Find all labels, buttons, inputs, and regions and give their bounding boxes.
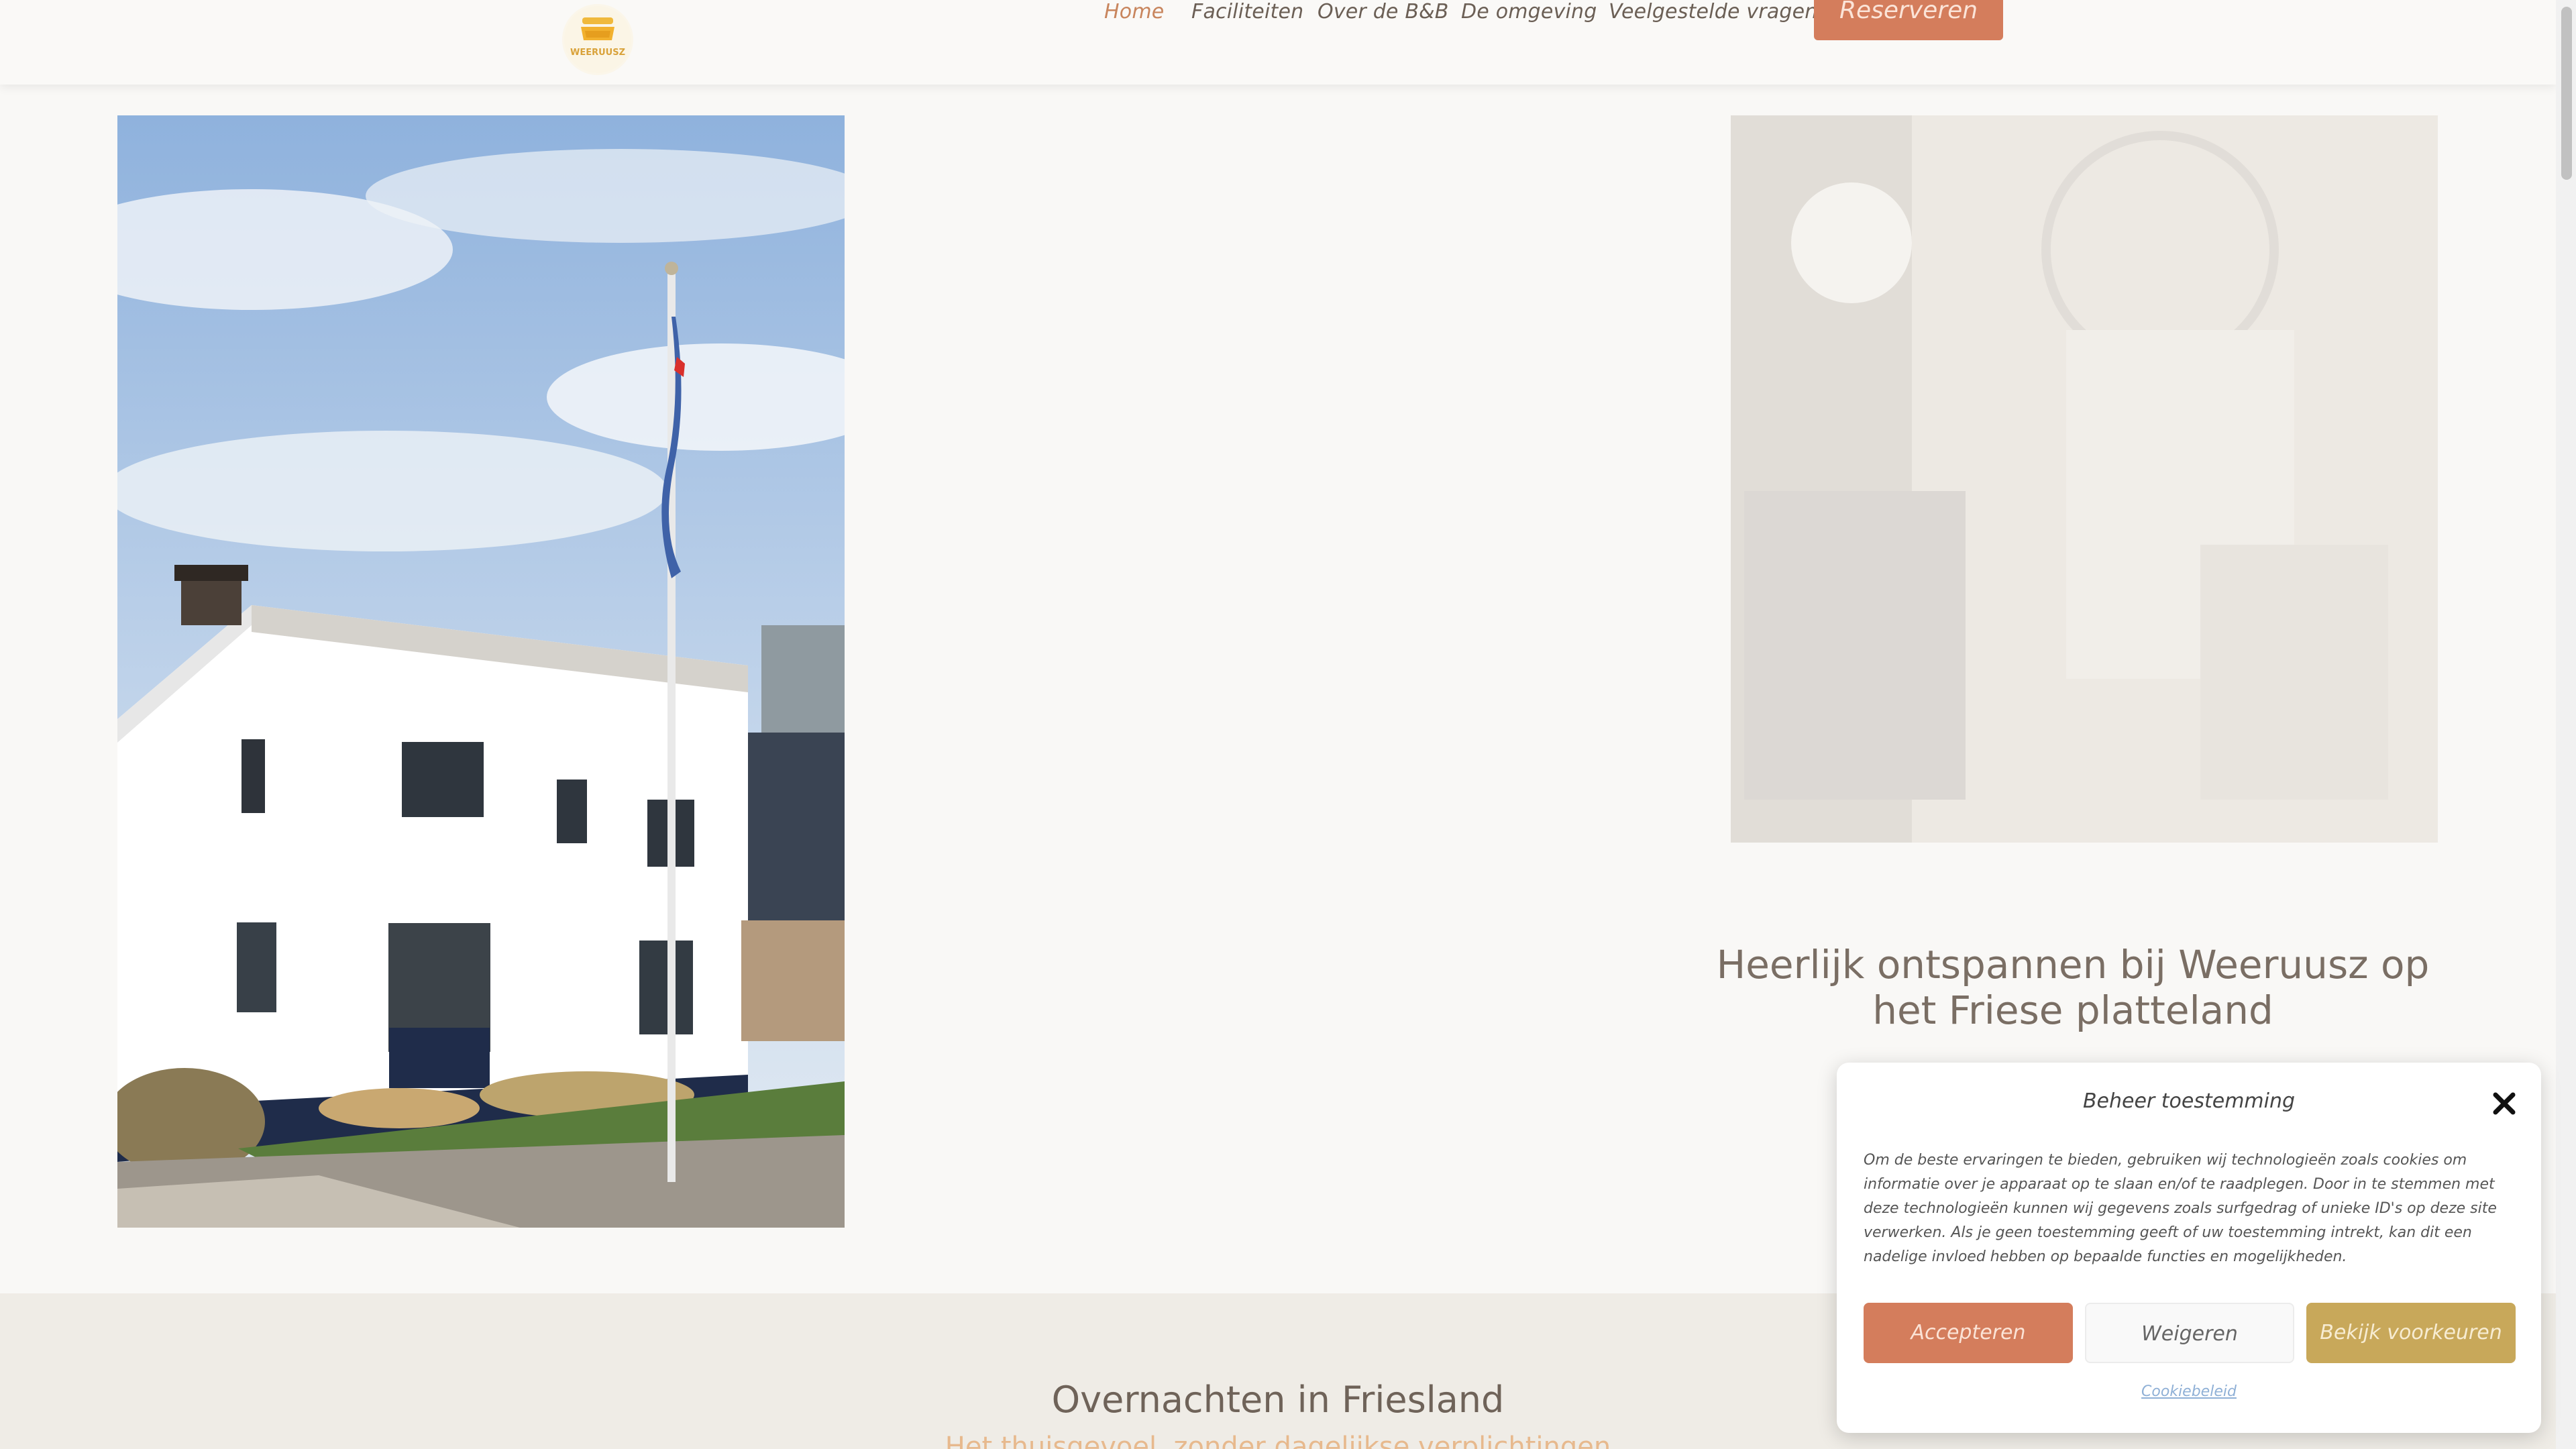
cookie-policy-link[interactable]: Cookiebeleid [1837, 1383, 2541, 1400]
house-photo [117, 115, 845, 1228]
site-header: WEERUUSZ Home Faciliteiten Over de B&B D… [0, 0, 2556, 85]
svg-text:WEERUUSZ: WEERUUSZ [570, 48, 625, 58]
nav-de-omgeving[interactable]: De omgeving [1461, 0, 1597, 23]
nav-home[interactable]: Home [1104, 0, 1164, 23]
nav-veelgestelde-vragen[interactable]: Veelgestelde vragen [1609, 0, 1818, 23]
cookie-title: Beheer toestemming [2082, 1089, 2296, 1113]
page-scrollbar[interactable] [2556, 0, 2576, 1449]
nav-over-de-bb[interactable]: Over de B&B [1318, 0, 1449, 23]
view-preferences-button[interactable]: Bekijk voorkeuren [2306, 1303, 2516, 1363]
site-logo[interactable]: WEERUUSZ [562, 4, 633, 75]
accept-button[interactable]: Accepteren [1864, 1303, 2073, 1363]
section-title: Overnachten in Friesland [1051, 1379, 1505, 1421]
cookie-description: Om de beste ervaringen te bieden, gebrui… [1864, 1152, 2497, 1265]
hero-title: Heerlijk ontspannen bij Weeruusz op het … [1716, 942, 2430, 1033]
close-icon[interactable] [2489, 1088, 2520, 1119]
reserve-button[interactable]: Reserveren [1814, 0, 2003, 40]
logo-crown-icon: WEERUUSZ [564, 6, 631, 73]
nav-faciliteiten[interactable]: Faciliteiten [1191, 0, 1303, 23]
decline-button[interactable]: Weigeren [2085, 1303, 2294, 1363]
faded-interior-photo [1731, 115, 2438, 843]
section-subtitle: Het thuisgevoel, zonder dagelijkse verpl… [945, 1432, 1611, 1449]
scrollbar-thumb[interactable] [2561, 7, 2572, 180]
cookie-consent-dialog: Beheer toestemming Om de beste ervaringe… [1837, 1063, 2541, 1433]
